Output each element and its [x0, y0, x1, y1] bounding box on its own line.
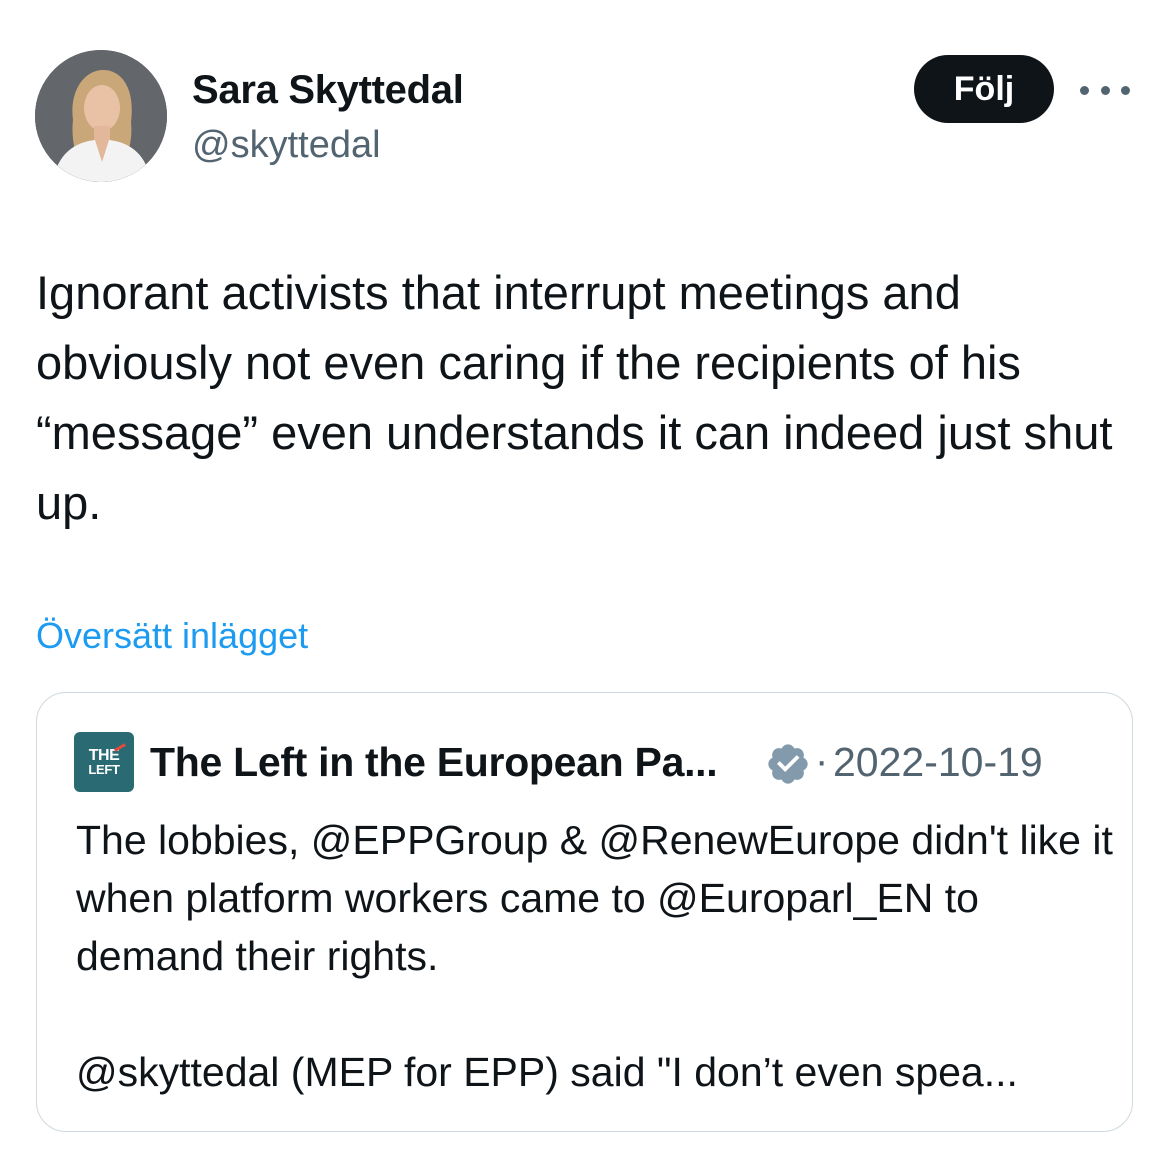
more-dot	[1100, 85, 1110, 95]
more-dots-icon[interactable]	[1080, 80, 1130, 100]
translate-link[interactable]: Översätt inlägget	[36, 615, 308, 657]
quoted-author-avatar[interactable]: THE LEFT	[74, 732, 134, 792]
more-dot	[1121, 85, 1130, 95]
avatar-accent	[114, 743, 126, 752]
author-avatar[interactable]	[35, 50, 167, 182]
verified-badge-icon	[768, 744, 808, 784]
quoted-text: The lobbies, @EPPGroup & @RenewEurope di…	[76, 817, 1113, 1095]
more-dot	[1080, 85, 1089, 95]
author-handle[interactable]: @skyttedal	[192, 124, 381, 167]
follow-button[interactable]: Följ	[914, 55, 1054, 123]
author-name[interactable]: Sara Skyttedal	[192, 68, 464, 113]
quoted-tweet[interactable]: THE LEFT The Left in the European Pa... …	[36, 692, 1133, 1132]
tweet-text: Ignorant activists that interrupt meetin…	[36, 266, 1113, 529]
separator-dot: ·	[815, 739, 829, 783]
avatar-photo	[35, 50, 167, 182]
tweet-card: Sara Skyttedal @skyttedal Följ Ignorant …	[0, 0, 1169, 1157]
avatar-logo-line2: LEFT	[88, 762, 120, 777]
quoted-author-name[interactable]: The Left in the European Pa...	[150, 739, 718, 786]
quoted-date[interactable]: 2022-10-19	[833, 739, 1043, 786]
